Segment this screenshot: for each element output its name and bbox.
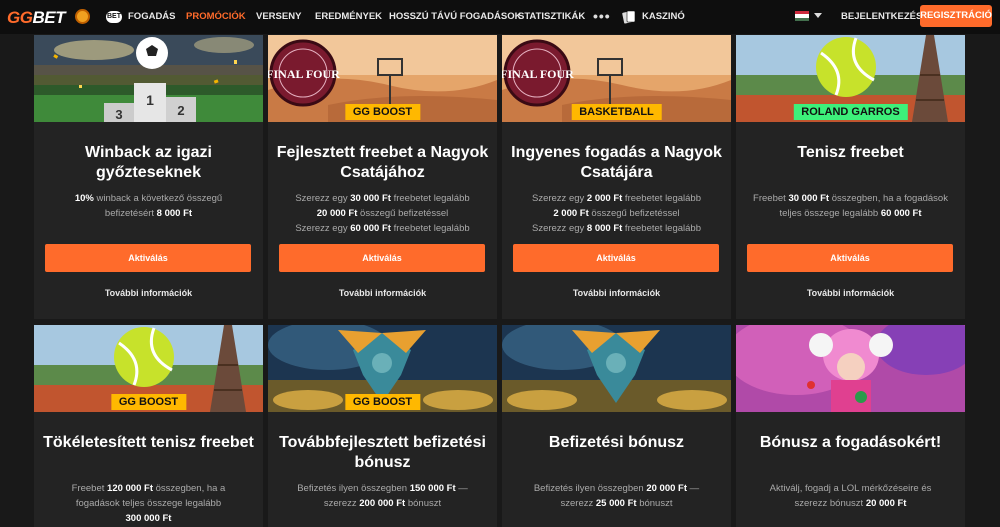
card-tag: BASKETBALL bbox=[571, 104, 662, 120]
promo-card-lol-bonus: Bónusz a fogadásokért! Aktiválj, fogadj … bbox=[736, 325, 965, 527]
medal-icon bbox=[75, 9, 90, 24]
card-tag: ROLAND GARROS bbox=[793, 104, 908, 120]
activate-button[interactable]: Aktiválás bbox=[45, 244, 251, 272]
svg-text:2: 2 bbox=[177, 103, 184, 118]
nav-item-verseny[interactable]: VERSENY bbox=[256, 11, 301, 22]
promo-card-basketball: FINAL FOUR BASKETBALL Ingyenes fogadás a… bbox=[502, 35, 731, 319]
card-title: Tökéletesített tenisz freebet bbox=[43, 434, 254, 451]
card-description: Szerezz egy 30 000 Ft freebetet legalább… bbox=[295, 193, 470, 234]
card-title: Tenisz freebet bbox=[797, 144, 904, 161]
esports-character-image bbox=[736, 325, 965, 412]
login-button[interactable]: BEJELENTKEZÉS bbox=[841, 11, 922, 22]
playing-cards-icon bbox=[622, 10, 636, 24]
card-title: Winback az igazi győzteseknek bbox=[85, 144, 212, 181]
hungary-flag-icon[interactable] bbox=[795, 11, 809, 21]
nav-item-eredmenyek[interactable]: EREDMÉNYEK bbox=[315, 11, 382, 22]
fantasy-warrior-image: GG BOOST bbox=[268, 325, 497, 412]
bet-icon: BET bbox=[106, 11, 122, 23]
promo-card-tennis-freebet: ROLAND GARROS Tenisz freebet Freebet 30 … bbox=[736, 35, 965, 319]
card-description: Freebet 30 000 Ft összegben, ha a fogadá… bbox=[753, 193, 948, 219]
card-tag: GG BOOST bbox=[344, 394, 421, 410]
register-button[interactable]: REGISZTRÁCIÓ bbox=[920, 5, 992, 27]
nav-item-fogadas[interactable]: FOGADÁS bbox=[128, 11, 176, 22]
svg-text:FINAL FOUR: FINAL FOUR bbox=[268, 67, 340, 81]
nav-item-promociok[interactable]: PROMÓCIÓK bbox=[186, 11, 246, 22]
card-description: Aktiválj, fogadj a LOL mérkőzéseire és s… bbox=[769, 483, 932, 509]
nav-item-kaszino[interactable]: KASZINÓ bbox=[642, 11, 685, 22]
card-title: Fejlesztett freebet a Nagyok Csatájához bbox=[276, 144, 489, 181]
chevron-down-icon[interactable] bbox=[814, 13, 822, 18]
activate-button[interactable]: Aktiválás bbox=[513, 244, 719, 272]
fantasy-warrior-image bbox=[502, 325, 731, 412]
card-tag: GG BOOST bbox=[110, 394, 187, 410]
final-four-basketball-image: FINAL FOUR BASKETBALL bbox=[502, 35, 731, 122]
card-description: Szerezz egy 2 000 Ft freebetet legalább … bbox=[531, 193, 701, 234]
nav-item-hosszu-tavu[interactable]: HOSSZÚ TÁVÚ FOGADÁSOK bbox=[389, 11, 521, 22]
card-description: Freebet 120 000 Ft összegben, ha a fogad… bbox=[71, 483, 226, 524]
card-description: Befizetés ilyen összegben 150 000 Ft — s… bbox=[297, 483, 468, 509]
card-description: Befizetés ilyen összegben 20 000 Ft — sz… bbox=[533, 483, 700, 509]
card-title: Befizetési bónusz bbox=[548, 434, 685, 451]
promo-card-winback: 3 1 2 Winback az igazi győzteseknek 10% w… bbox=[34, 35, 263, 319]
promo-card-deposit-bonus-boost: GG BOOST Továbbfejlesztett befizetési bón… bbox=[268, 325, 497, 527]
top-nav: GGBET BET FOGADÁS PROMÓCIÓK VERSENY ERED… bbox=[0, 0, 1000, 34]
promo-card-deposit-bonus: Befizetési bónusz Befizetés ilyen összeg… bbox=[502, 325, 731, 527]
card-title: Bónusz a fogadásokért! bbox=[759, 434, 942, 451]
ggbet-logo[interactable]: GGBET bbox=[7, 8, 65, 28]
svg-text:3: 3 bbox=[115, 107, 122, 122]
card-title: Továbbfejlesztett befizetési bónusz bbox=[279, 434, 486, 471]
svg-text:FINAL FOUR: FINAL FOUR bbox=[502, 67, 574, 81]
promo-card-final-four-boost: FINAL FOUR GG BOOST Fejlesztett freebet … bbox=[268, 35, 497, 319]
tennis-eiffel-image: GG BOOST bbox=[34, 325, 263, 412]
more-info-link[interactable]: További információk bbox=[34, 288, 263, 298]
activate-button[interactable]: Aktiválás bbox=[747, 244, 953, 272]
nav-item-statisztikak[interactable]: STATISZTIKÁK bbox=[518, 11, 585, 22]
more-info-link[interactable]: További információk bbox=[736, 288, 965, 298]
tennis-eiffel-image: ROLAND GARROS bbox=[736, 35, 965, 122]
card-title: Ingyenes fogadás a Nagyok Csatájára bbox=[511, 144, 722, 181]
card-tag: GG BOOST bbox=[344, 104, 421, 120]
more-info-link[interactable]: További információk bbox=[502, 288, 731, 298]
more-info-link[interactable]: További információk bbox=[268, 288, 497, 298]
stadium-podium-image: 3 1 2 bbox=[34, 35, 263, 122]
more-menu-icon[interactable]: ••• bbox=[593, 8, 611, 24]
final-four-desert-image: FINAL FOUR GG BOOST bbox=[268, 35, 497, 122]
svg-text:1: 1 bbox=[146, 92, 154, 108]
promo-card-tennis-boost: GG BOOST Tökéletesített tenisz freebet F… bbox=[34, 325, 263, 527]
activate-button[interactable]: Aktiválás bbox=[279, 244, 485, 272]
card-description: 10% winback a következő összegű befizeté… bbox=[74, 193, 223, 219]
